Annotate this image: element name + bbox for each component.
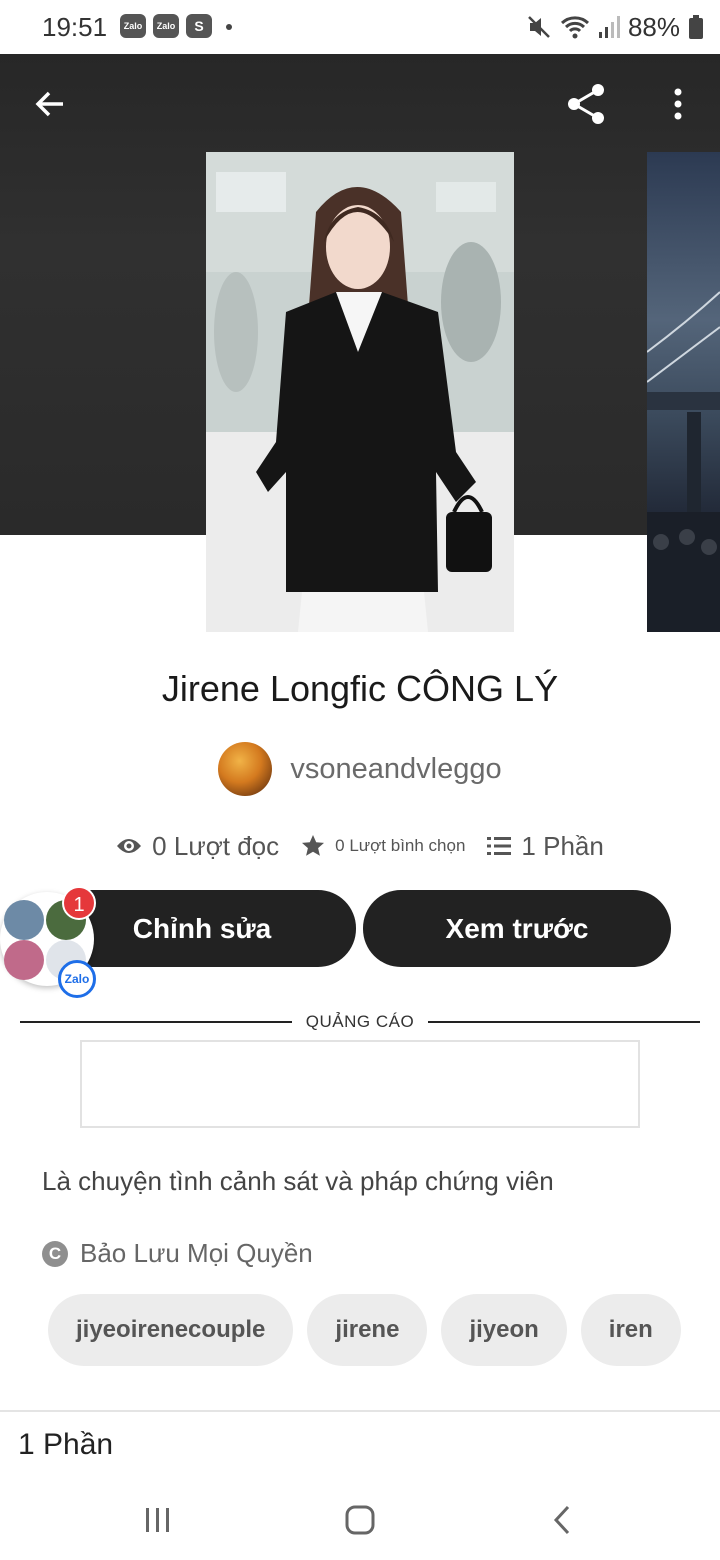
chat-avatar [4, 940, 44, 980]
ad-divider-left [20, 1021, 292, 1023]
mute-icon [528, 16, 550, 38]
system-nav-bar [0, 1480, 720, 1560]
ad-divider-right [428, 1021, 700, 1023]
wifi-icon [560, 16, 589, 39]
back-nav-button[interactable] [532, 1498, 592, 1542]
ad-slot[interactable] [80, 1040, 640, 1128]
more-options-button[interactable] [656, 78, 700, 130]
share-button[interactable] [560, 78, 612, 130]
battery-level: 88% [627, 11, 680, 42]
shopee-notification-icon: S [186, 14, 212, 38]
reads-count: 0 Lượt đọc [152, 830, 280, 861]
recent-apps-button[interactable] [128, 1498, 188, 1542]
notification-dot [226, 24, 232, 30]
bridge-illustration [647, 291, 720, 632]
home-button[interactable] [330, 1498, 390, 1542]
next-story-cover[interactable] [647, 152, 720, 632]
cover-illustration [206, 152, 514, 632]
back-chevron-icon [553, 1505, 570, 1535]
ad-label: QUẢNG CÁO [305, 1012, 415, 1031]
status-right: 88% [526, 10, 704, 44]
unread-badge: 1 [62, 886, 96, 920]
star-icon [302, 835, 325, 856]
story-cover[interactable] [206, 152, 514, 632]
home-icon [345, 1505, 375, 1535]
parts-section-title[interactable]: 1 Phần [18, 1428, 113, 1462]
share-icon [568, 84, 604, 124]
copyright-row: C Bảo Lưu Mọi Quyền [42, 1238, 313, 1269]
tag-list: jiyeoirenecouple jirene jiyeon iren [48, 1294, 692, 1366]
author-name[interactable]: vsoneandvleggo [290, 753, 501, 786]
parts-count: 1 Phần [521, 830, 604, 861]
tag-chip[interactable]: iren [580, 1294, 681, 1366]
battery-icon [689, 15, 703, 39]
reads-stat: 0 Lượt đọc [116, 831, 279, 862]
votes-count: 0 Lượt bình chọn [335, 836, 466, 855]
copyright-icon: C [42, 1240, 68, 1267]
more-vert-icon [674, 88, 682, 120]
copyright-text: Bảo Lưu Mọi Quyền [80, 1238, 313, 1268]
recent-apps-icon [146, 1508, 169, 1532]
eye-icon [117, 839, 142, 853]
status-bar: 19:51 Zalo Zalo S 88% [0, 0, 720, 54]
story-stats: 0 Lượt đọc 0 Lượt bình chọn 1 Phần [0, 824, 720, 868]
back-arrow-icon [35, 91, 63, 117]
tag-chip[interactable]: jiyeoirenecouple [48, 1294, 294, 1366]
story-title: Jirene Longfic CÔNG LÝ [161, 668, 559, 709]
story-description: Là chuyện tình cảnh sát và pháp chứng vi… [42, 1166, 554, 1196]
tags-scroller[interactable]: jiyeoirenecouple jirene jiyeon iren [48, 1294, 692, 1366]
tag-chip[interactable]: jirene [307, 1294, 428, 1366]
ad-header: QUẢNG CÁO [20, 1010, 700, 1034]
zalo-notification-icon: Zalo [120, 14, 146, 38]
back-button[interactable] [24, 78, 76, 130]
zalo-logo-icon: Zalo [58, 960, 96, 998]
status-time: 19:51 [42, 12, 108, 42]
section-divider [0, 1410, 720, 1412]
parts-stat: 1 Phần [487, 830, 604, 862]
tag-chip[interactable]: jiyeon [441, 1294, 567, 1366]
author-avatar[interactable] [218, 742, 273, 796]
author-row[interactable]: vsoneandvleggo [0, 742, 720, 796]
votes-stat: 0 Lượt bình chọn [301, 834, 465, 858]
preview-button[interactable]: Xem trước [363, 890, 671, 967]
list-icon [487, 837, 512, 855]
chat-avatar [4, 900, 44, 940]
signal-icon [598, 16, 620, 38]
zalo-notification-icon: Zalo [153, 14, 179, 38]
